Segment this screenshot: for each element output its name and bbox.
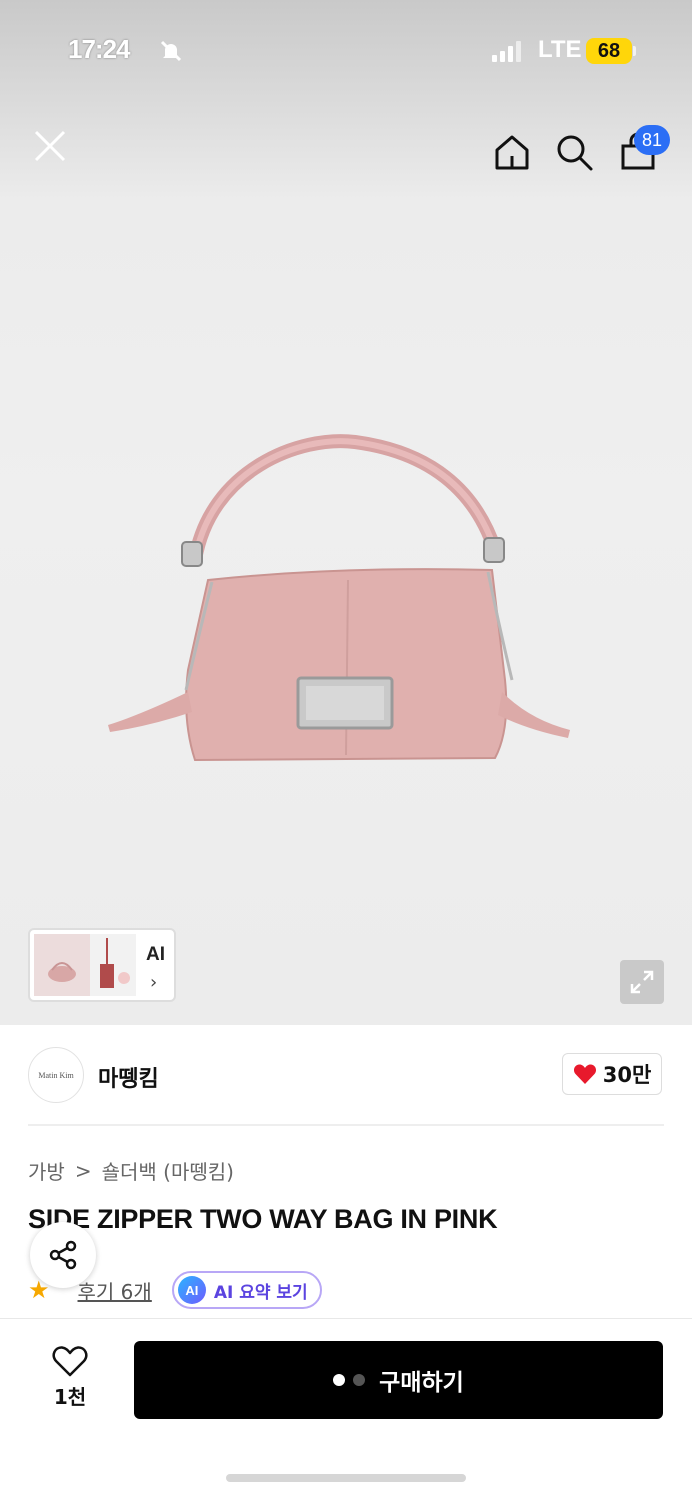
close-button[interactable] (26, 122, 74, 170)
divider (28, 1124, 664, 1126)
share-button[interactable] (30, 1222, 96, 1288)
home-button[interactable] (488, 128, 536, 176)
buy-button[interactable]: 구매하기 (134, 1341, 663, 1419)
expand-icon (630, 970, 654, 994)
bell-off-icon (160, 40, 182, 62)
brand-row: Matin Kim 마뗑킴 30만 (0, 1025, 692, 1125)
cart-count-badge: 81 (634, 125, 670, 155)
close-icon (34, 130, 66, 162)
buy-button-label: 구매하기 (379, 1370, 464, 1396)
breadcrumb-subcategory[interactable]: 숄더백 (마뗑킴) (102, 1156, 234, 1185)
bottom-action-bar: 1천 구매하기 (0, 1318, 692, 1500)
ai-badge-icon: AI (177, 1276, 206, 1304)
thumbnail-bag[interactable] (34, 934, 90, 996)
breadcrumb-separator: > (74, 1158, 92, 1183)
breadcrumb: 가방 > 숄더백 (마뗑킴) (28, 1156, 234, 1185)
thumbnail-strap[interactable] (90, 934, 136, 996)
wishlist-button[interactable]: 1천 (38, 1345, 102, 1410)
home-indicator[interactable] (226, 1474, 466, 1482)
brand-name[interactable]: 마뗑킴 (98, 1061, 159, 1093)
search-button[interactable] (550, 128, 598, 176)
network-type: LTE (538, 36, 582, 63)
battery-indicator: 68 (586, 38, 632, 64)
brand-like-button[interactable]: 30만 (562, 1053, 662, 1095)
brand-like-count: 30만 (602, 1063, 652, 1087)
cell-signal-icon (492, 40, 521, 62)
battery-tip (633, 46, 636, 56)
home-icon (495, 135, 529, 170)
product-photo (108, 434, 570, 762)
ai-gallery-label: AI (146, 944, 165, 965)
search-icon (557, 135, 593, 171)
ai-summary-button[interactable]: AI AI 요약 보기 (171, 1271, 322, 1309)
status-time: 17:24 (68, 34, 130, 64)
chevron-right-icon: › (150, 972, 158, 993)
wishlist-count: 1천 (53, 1385, 87, 1409)
breadcrumb-category[interactable]: 가방 (28, 1156, 65, 1185)
heart-outline-icon (52, 1346, 88, 1377)
loading-dots (333, 1374, 366, 1386)
review-count-link[interactable]: 후기 6개 (78, 1276, 152, 1305)
product-title: SIDE ZIPPER TWO WAY BAG IN PINK (28, 1204, 498, 1234)
expand-image-button[interactable] (620, 960, 664, 1004)
ai-summary-label: AI 요약 보기 (213, 1282, 308, 1303)
share-icon (49, 1240, 77, 1270)
gallery-thumbnails[interactable]: AI › (28, 928, 176, 1002)
heart-icon (573, 1064, 596, 1084)
product-image-area[interactable]: 17:24 LTE 68 81 AI › (0, 0, 692, 1025)
brand-logo[interactable]: Matin Kim (28, 1047, 84, 1103)
status-bar: 17:24 LTE 68 (0, 0, 692, 100)
